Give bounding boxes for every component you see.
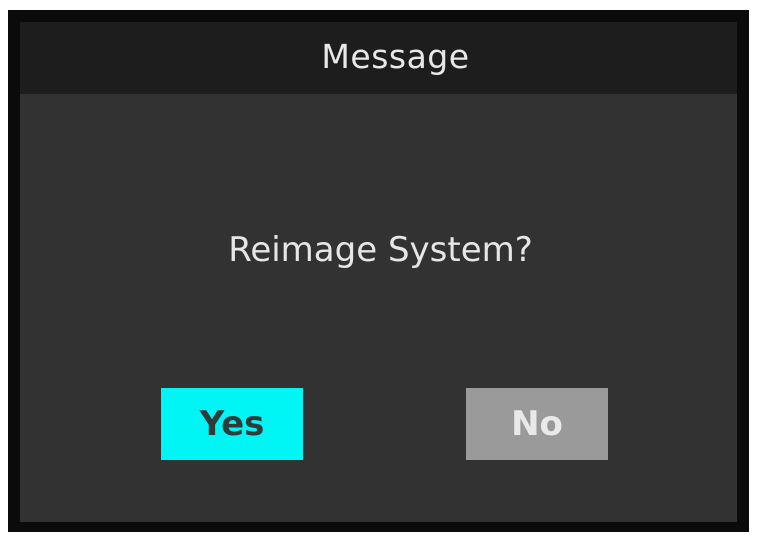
dialog-title-bar: Message [20,22,737,94]
yes-button[interactable]: Yes [161,388,303,460]
no-button[interactable]: No [466,388,608,460]
message-dialog: Message Reimage System? Yes No [8,10,749,532]
dialog-title: Message [321,36,470,76]
dialog-body: Message Reimage System? Yes No [20,22,737,522]
dialog-message: Reimage System? [228,230,533,270]
screen: Message Reimage System? Yes No [0,0,757,536]
yes-button-label: Yes [199,404,265,444]
no-button-label: No [511,404,563,444]
